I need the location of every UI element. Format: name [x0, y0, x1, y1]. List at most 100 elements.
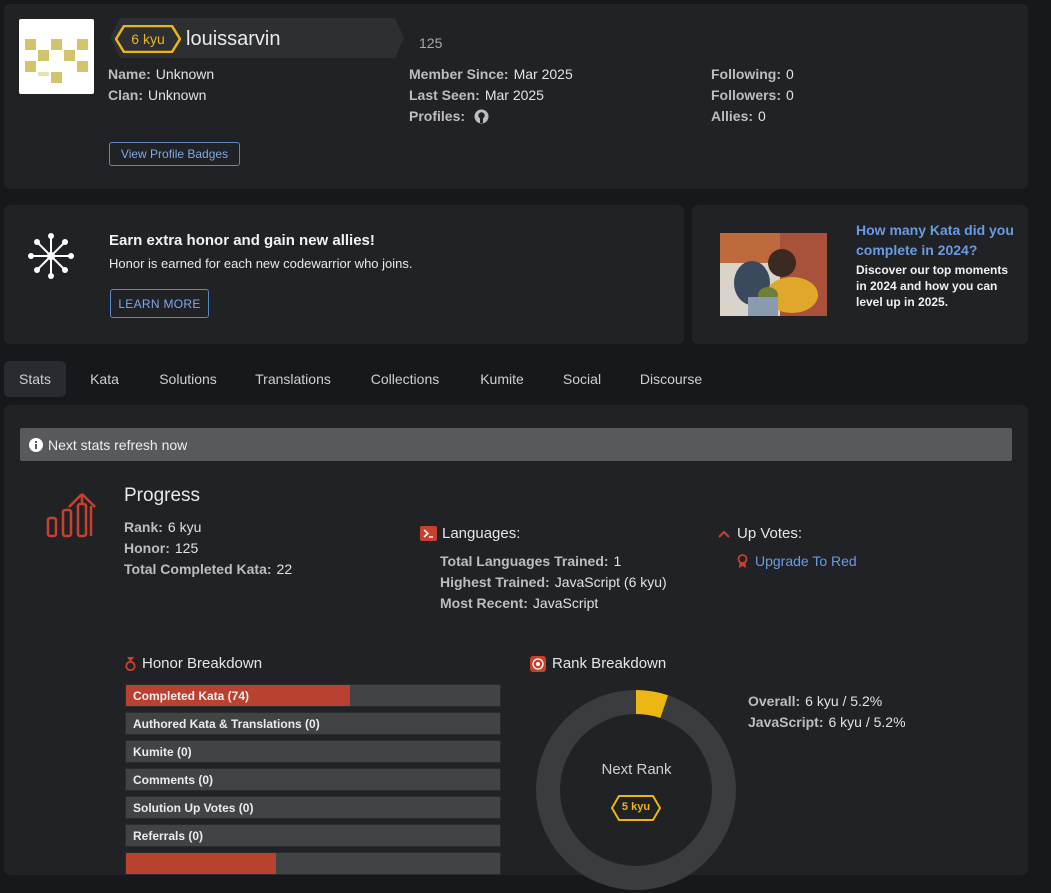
upgrade-row[interactable]: Upgrade To Red: [737, 553, 857, 569]
terminal-icon: [420, 526, 437, 541]
year-review-text-line2: in 2024 and how you can: [856, 279, 998, 293]
honor-row: Honor: 125: [124, 540, 198, 556]
highest-trained-value: JavaScript (6 kyu): [554, 574, 667, 590]
rank-label: Rank:: [124, 519, 163, 535]
honor-bar: Completed Kata (74): [125, 684, 501, 707]
medal-icon: [125, 656, 136, 671]
year-review-link[interactable]: How many Kata did you complete in 2024?: [856, 220, 1014, 260]
allies-row[interactable]: Allies: 0: [711, 108, 766, 124]
year-review-link-line2[interactable]: complete in 2024?: [856, 240, 1014, 260]
year-review-text-line3: level up in 2025.: [856, 295, 949, 309]
total-kata-label: Total Completed Kata:: [124, 561, 272, 577]
rank-progress-donut: [536, 690, 736, 890]
honor-bar-label: Kumite (0): [133, 745, 192, 759]
highest-trained-row: Highest Trained: JavaScript (6 kyu): [440, 574, 667, 590]
profiles-row: Profiles:: [409, 108, 489, 124]
highest-trained-label: Highest Trained:: [440, 574, 550, 590]
rank-value: 6 kyu: [167, 519, 202, 535]
tab-collections[interactable]: Collections: [358, 361, 452, 397]
next-rank-label: Next Rank: [601, 761, 672, 778]
honor-bar-label: Solution Up Votes (0): [133, 801, 254, 815]
refresh-text: Next stats refresh now: [48, 436, 188, 453]
name-row: Name: Unknown: [108, 66, 214, 82]
up-votes-title: Up Votes:: [737, 525, 803, 542]
most-recent-value: JavaScript: [532, 595, 599, 611]
referral-promo-card: Earn extra honor and gain new allies! Ho…: [4, 205, 684, 344]
languages-title: Languages:: [442, 525, 521, 542]
honor-bar-label: Completed Kata (74): [133, 689, 250, 703]
following-label: Following:: [711, 66, 781, 82]
info-icon: [29, 437, 43, 452]
most-recent-label: Most Recent:: [440, 595, 528, 611]
rank-badge: 6 kyu: [131, 31, 165, 47]
clan-value: Unknown: [148, 87, 207, 103]
honor-label: Honor:: [124, 540, 170, 556]
javascript-rank-row: JavaScript: 6 kyu / 5.2%: [748, 714, 906, 730]
overall-rank-row: Overall: 6 kyu / 5.2%: [748, 693, 882, 709]
donut-track: [536, 690, 736, 890]
honor-bar-label: Referrals (0): [133, 829, 204, 843]
promo-subtitle: Honor is earned for each new codewarrior…: [109, 256, 413, 271]
tab-kumite[interactable]: Kumite: [467, 361, 537, 397]
view-profile-badges-button[interactable]: View Profile Badges: [109, 142, 240, 166]
year-review-link-line1[interactable]: How many Kata did you: [856, 220, 1014, 240]
promo-title: Earn extra honor and gain new allies!: [109, 232, 375, 249]
upgrade-to-red-link[interactable]: Upgrade To Red: [755, 553, 857, 569]
member-since-row: Member Since: Mar 2025: [409, 66, 573, 82]
javascript-label: JavaScript:: [748, 714, 824, 730]
total-kata-value: 22: [276, 561, 293, 577]
member-since-value: Mar 2025: [513, 66, 573, 82]
refresh-notice: Next stats refresh now: [20, 428, 1012, 461]
tab-social[interactable]: Social: [552, 361, 612, 397]
honor-bar: Comments (0): [125, 768, 501, 791]
tab-kata[interactable]: Kata: [77, 361, 132, 397]
following-value: 0: [785, 66, 794, 82]
rank-breakdown-heading: Rank Breakdown: [530, 655, 666, 672]
honor-bar: Solution Up Votes (0): [125, 796, 501, 819]
languages-trained-row: Total Languages Trained: 1: [440, 553, 621, 569]
chevron-up-icon: [718, 530, 730, 538]
last-seen-row: Last Seen: Mar 2025: [409, 87, 544, 103]
honor-bar-label: Comments (0): [133, 773, 214, 787]
honor-bar: Referrals (0): [125, 824, 501, 847]
honor-bar: [125, 852, 501, 875]
tab-discourse[interactable]: Discourse: [628, 361, 714, 397]
clan-row: Clan: Unknown: [108, 87, 206, 103]
member-since-label: Member Since:: [409, 66, 509, 82]
languages-heading: Languages:: [420, 525, 520, 542]
allies-label: Allies:: [711, 108, 754, 124]
following-row[interactable]: Following: 0: [711, 66, 794, 82]
learn-more-button[interactable]: LEARN MORE: [110, 289, 209, 318]
followers-row[interactable]: Followers: 0: [711, 87, 794, 103]
honor-breakdown-heading: Honor Breakdown: [125, 655, 262, 672]
honor-bar: Kumite (0): [125, 740, 501, 763]
username: louissarvin: [186, 28, 281, 50]
name-label: Name:: [108, 66, 151, 82]
profile-card: 6 kyu louissarvin 125 Name: Unknown Clan:…: [4, 4, 1028, 189]
clan-label: Clan:: [108, 87, 143, 103]
honor-value: 125: [174, 540, 199, 556]
target-icon: [530, 655, 546, 672]
up-votes-heading: Up Votes:: [717, 525, 802, 542]
followers-label: Followers:: [711, 87, 782, 103]
year-review-card: How many Kata did you complete in 2024? …: [692, 205, 1028, 344]
most-recent-row: Most Recent: JavaScript: [440, 595, 598, 611]
tab-stats[interactable]: Stats: [4, 361, 66, 397]
honor-breakdown-title: Honor Breakdown: [142, 655, 263, 672]
tab-solutions[interactable]: Solutions: [146, 361, 230, 397]
allies-value: 0: [758, 108, 766, 124]
languages-trained-value: 1: [613, 553, 622, 569]
javascript-value: 6 kyu / 5.2%: [828, 714, 906, 730]
honor-bar: Authored Kata & Translations (0): [125, 712, 501, 735]
stats-panel: Next stats refresh now Progress Rank: 6 k…: [4, 405, 1028, 890]
network-icon: [28, 233, 74, 279]
year-review-text: Discover our top moments in 2024 and how…: [856, 262, 1008, 310]
tab-translations[interactable]: Translations: [243, 361, 343, 397]
overall-label: Overall:: [748, 693, 801, 709]
github-icon[interactable]: [474, 109, 489, 124]
profiles-label: Profiles:: [409, 108, 466, 124]
avatar: [19, 19, 94, 94]
year-review-image[interactable]: [720, 233, 827, 316]
name-value: Unknown: [155, 66, 215, 82]
overall-value: 6 kyu / 5.2%: [805, 693, 883, 709]
